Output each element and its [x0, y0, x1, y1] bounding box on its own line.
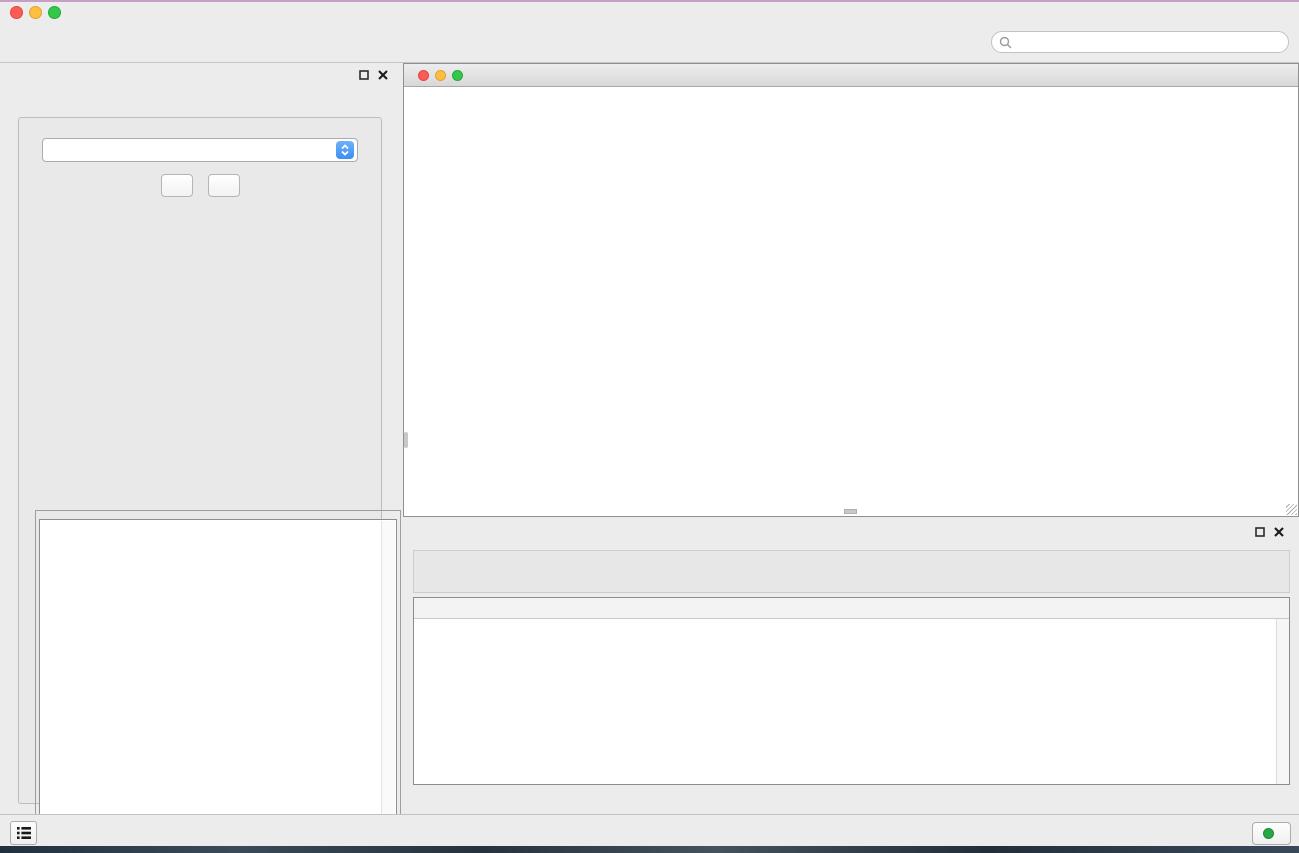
- network-minimize-button[interactable]: [435, 70, 446, 81]
- mcds-tab-content: [18, 117, 382, 804]
- desktop-edge: [0, 0, 1299, 2]
- search-icon: [999, 36, 1012, 49]
- close-window-button[interactable]: [10, 6, 23, 19]
- network-graph[interactable]: [404, 87, 1298, 516]
- network-frame-titlebar: [404, 64, 1298, 87]
- search-field[interactable]: [991, 31, 1289, 53]
- canvas-vertical-scroll-thumb[interactable]: [404, 432, 408, 448]
- table-panel-header: [403, 520, 1299, 546]
- task-list-icon: [16, 826, 32, 840]
- main-toolbar: [0, 22, 1299, 63]
- network-close-button[interactable]: [418, 70, 429, 81]
- control-panel-header: [0, 63, 400, 89]
- network-maximize-button[interactable]: [452, 70, 463, 81]
- window-titlebar: [0, 2, 1299, 22]
- control-panel: [0, 63, 400, 813]
- task-history-button[interactable]: [10, 821, 37, 845]
- mcds-result-group: [35, 510, 401, 853]
- node-table[interactable]: [413, 597, 1290, 785]
- minimize-window-button[interactable]: [29, 6, 42, 19]
- memory-button[interactable]: [1252, 822, 1291, 845]
- cytoscape-application-window: [0, 0, 1299, 853]
- mcds-result-list[interactable]: [39, 519, 397, 852]
- table-header-row: [414, 598, 1289, 619]
- float-panel-icon[interactable]: [359, 70, 369, 80]
- table-vertical-scrollbar[interactable]: [1276, 619, 1289, 784]
- float-table-panel-icon[interactable]: [1255, 527, 1265, 537]
- memory-status-icon: [1263, 828, 1274, 839]
- network-view-frame: [403, 63, 1299, 517]
- zoom-window-button[interactable]: [48, 6, 61, 19]
- run-mcds-button[interactable]: [161, 174, 193, 197]
- result-list-scrollbar[interactable]: [381, 521, 395, 850]
- dropdown-stepper-icon: [336, 141, 354, 159]
- table-toolbar: [413, 550, 1290, 593]
- search-input[interactable]: [1012, 33, 1288, 51]
- table-panel: [403, 520, 1299, 813]
- close-panel-button[interactable]: [208, 174, 240, 197]
- close-table-panel-icon[interactable]: [1274, 527, 1284, 537]
- canvas-horizontal-scroll-thumb[interactable]: [844, 509, 857, 514]
- desktop-background: [0, 846, 1299, 853]
- frame-resize-handle[interactable]: [1286, 504, 1297, 515]
- close-panel-icon[interactable]: [378, 70, 388, 80]
- status-bar: [0, 814, 1299, 846]
- criterion-dropdown[interactable]: [42, 138, 358, 162]
- network-canvas[interactable]: [404, 87, 1298, 516]
